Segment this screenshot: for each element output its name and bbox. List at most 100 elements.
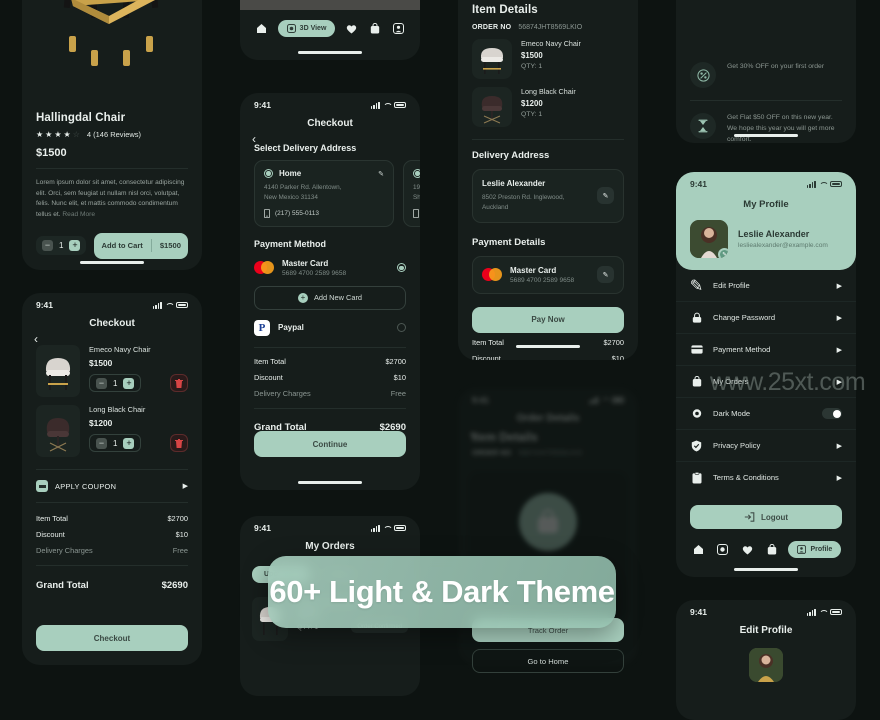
item-price: $1200: [521, 99, 543, 108]
home-icon[interactable]: [254, 21, 269, 36]
total-label: Delivery Charges: [254, 389, 311, 399]
cart-item-info: Long Black Chair $1200 − 1 +: [89, 405, 188, 457]
cart-item-price: $1200: [89, 418, 113, 428]
add-new-card-button[interactable]: + Add New Card: [254, 285, 406, 310]
heart-icon[interactable]: [344, 21, 359, 36]
total-value: $10: [175, 529, 188, 539]
signal-icon: [588, 396, 598, 404]
divider: [254, 407, 406, 409]
edit-payment-button[interactable]: ✎: [597, 266, 614, 284]
decrement-button[interactable]: −: [96, 437, 107, 449]
delete-item-button[interactable]: [170, 434, 188, 452]
promo-banner: 60+ Light & Dark Theme: [268, 556, 616, 628]
3d-view-tab[interactable]: 3D View: [277, 20, 336, 37]
cart-item-name: Long Black Chair: [89, 405, 146, 414]
dark-mode-toggle[interactable]: [822, 408, 842, 419]
star-icon: ★: [36, 130, 44, 139]
go-to-home-button[interactable]: Go to Home: [472, 649, 624, 673]
status-bar: 9:41: [240, 516, 420, 535]
pay-now-button[interactable]: Pay Now: [472, 306, 624, 333]
edit-icon[interactable]: ✎: [378, 170, 384, 178]
payment-method-mastercard[interactable]: Master Card 5689 4700 2589 9658: [240, 256, 420, 277]
increment-button[interactable]: +: [123, 377, 135, 389]
edit-address-button[interactable]: ✎: [597, 187, 614, 205]
decrement-button[interactable]: −: [42, 240, 53, 252]
address-radio[interactable]: [264, 169, 273, 178]
mastercard-icon: [482, 268, 502, 282]
heart-icon[interactable]: [740, 542, 755, 557]
item-name: Emeco Navy Chair: [521, 39, 581, 48]
address-line1: 4140 Parker Rd. Allentown,: [264, 184, 342, 191]
back-button[interactable]: ‹: [34, 333, 38, 345]
menu-item-payment-method[interactable]: Payment Method ▶: [676, 334, 856, 366]
section-heading: Item Details: [472, 432, 538, 444]
scan-icon[interactable]: [715, 542, 730, 557]
add-to-cart-button[interactable]: Add to Cart $1500: [94, 232, 188, 259]
product-title: Hallingdal Chair: [36, 112, 126, 124]
address-card-work[interactable]: Work 1901 Th Shiloh, (20: [403, 160, 420, 227]
payment-radio[interactable]: [397, 263, 406, 273]
product-detail-screen: Hallingdal Chair ★ ★ ★ ★ ☆ 4 (146 Review…: [22, 0, 202, 270]
status-bar: 9:41: [22, 293, 202, 312]
mastercard-icon: [254, 261, 274, 275]
bag-icon[interactable]: [764, 542, 779, 557]
decrement-button[interactable]: −: [96, 377, 107, 389]
description-text: Lorem ipsum dolor sit amet, consectetur …: [36, 179, 185, 219]
back-button[interactable]: ‹: [252, 133, 256, 145]
hourglass-glyph: [698, 119, 708, 133]
payment-name: Master Card: [510, 265, 557, 275]
checkout-button[interactable]: Checkout: [36, 625, 188, 651]
status-icons: [806, 180, 842, 188]
profile-email: lesliealexander@example.com: [738, 242, 828, 249]
profile-icon[interactable]: [391, 21, 406, 36]
payment-radio[interactable]: [397, 323, 406, 333]
logout-button[interactable]: Logout: [690, 505, 842, 529]
address-carousel[interactable]: Home ✎ 4140 Parker Rd. Allentown, New Me…: [240, 160, 420, 227]
profile-name: Leslie Alexander: [738, 229, 810, 239]
hero-photo: [240, 0, 420, 10]
home-indicator: [298, 51, 362, 54]
chair-thumb-icon: [480, 48, 504, 74]
bag-icon[interactable]: [367, 21, 382, 36]
menu-item-edit-profile[interactable]: ✎ Edit Profile ▶: [676, 270, 856, 302]
quantity-stepper[interactable]: − 1 +: [36, 236, 87, 256]
edit-avatar-button[interactable]: ✎: [718, 248, 728, 258]
menu-item-change-password[interactable]: Change Password ▶: [676, 302, 856, 334]
total-label: Discount: [472, 354, 501, 360]
item-price: $1500: [521, 51, 543, 60]
profile-tab[interactable]: Profile: [788, 541, 842, 558]
read-more-link[interactable]: Read More: [62, 211, 95, 218]
divider: [254, 346, 406, 348]
ticket-glyph: [38, 484, 46, 488]
back-button[interactable]: ‹: [470, 428, 474, 440]
increment-button[interactable]: +: [123, 437, 135, 449]
apply-coupon-row[interactable]: APPLY COUPON ▶: [22, 470, 202, 502]
offer-item: Get 30% OFF on your first order: [676, 50, 856, 100]
status-time: 9:41: [690, 179, 708, 189]
continue-button[interactable]: Continue: [254, 431, 406, 457]
home-icon[interactable]: [691, 542, 706, 557]
delete-item-button[interactable]: [170, 374, 188, 392]
status-icons: [588, 396, 624, 404]
logout-label: Logout: [760, 512, 789, 522]
menu-item-dark-mode[interactable]: Dark Mode: [676, 398, 856, 430]
quantity-stepper[interactable]: − 1 +: [89, 374, 142, 392]
wifi-icon: [383, 102, 391, 109]
trash-icon: [175, 378, 183, 388]
coupon-icon: [36, 480, 48, 492]
payment-method-paypal[interactable]: P Paypal: [240, 310, 420, 336]
menu-item-privacy-policy[interactable]: Privacy Policy ▶: [676, 430, 856, 462]
address-radio[interactable]: [413, 169, 420, 178]
total-value: $2700: [167, 513, 188, 523]
star-icon: ★: [45, 130, 53, 139]
quantity-stepper[interactable]: − 1 +: [89, 434, 142, 452]
payment-number: 5689 4700 2589 9658: [510, 276, 575, 284]
increment-button[interactable]: +: [69, 240, 81, 252]
cart-item: Long Black Chair $1200 − 1 +: [22, 397, 202, 457]
menu-item-terms[interactable]: Terms & Conditions ▶: [676, 462, 856, 493]
address-card-home[interactable]: Home ✎ 4140 Parker Rd. Allentown, New Me…: [254, 160, 394, 227]
wifi-icon: [601, 397, 609, 404]
lock-icon: [690, 311, 703, 324]
product-thumbnail: [472, 87, 512, 127]
total-label: Item Total: [472, 338, 504, 348]
